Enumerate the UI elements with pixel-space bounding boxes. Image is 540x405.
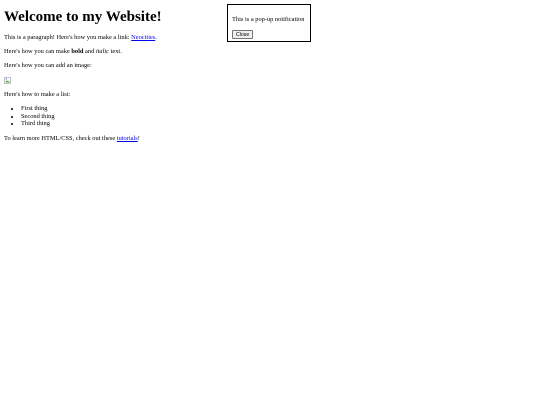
paragraph-formatting: Here's how you can make bold and italic … xyxy=(4,48,122,56)
paragraph-list: Here's how to make a list: xyxy=(4,91,71,98)
bullet-list: First thing Second thing Third thing xyxy=(4,105,55,128)
list-item: Third thing xyxy=(21,120,55,128)
paragraph-text: . xyxy=(155,34,157,41)
bold-text: bold xyxy=(71,48,84,55)
broken-image-icon xyxy=(4,77,11,84)
paragraph-text: Here's how you can make xyxy=(4,48,72,55)
list-item: Second thing xyxy=(21,113,55,121)
paragraph-text: ! xyxy=(137,135,140,142)
neocities-link[interactable]: Neocities xyxy=(131,34,155,41)
paragraph-link: This is a paragraph! Here's how you make… xyxy=(4,34,157,42)
paragraph-image: Here's how you can add an image: xyxy=(4,62,92,69)
paragraph-text: To learn more HTML/CSS, check out these xyxy=(4,135,117,142)
paragraph-text: This is a paragraph! Here's how you make… xyxy=(4,34,132,41)
close-button[interactable]: Close xyxy=(232,30,254,39)
popup-notification: This is a pop-up notification Close xyxy=(227,4,311,42)
paragraph-text: text. xyxy=(109,48,122,55)
paragraph-tutorials: To learn more HTML/CSS, check out these … xyxy=(4,135,140,143)
tutorials-link[interactable]: tutorials xyxy=(117,135,138,142)
paragraph-text: and xyxy=(83,48,96,55)
list-item: First thing xyxy=(21,105,55,113)
popup-message: This is a pop-up notification xyxy=(232,16,305,23)
page-title: Welcome to my Website! xyxy=(4,9,162,25)
italic-text: italic xyxy=(95,48,110,55)
